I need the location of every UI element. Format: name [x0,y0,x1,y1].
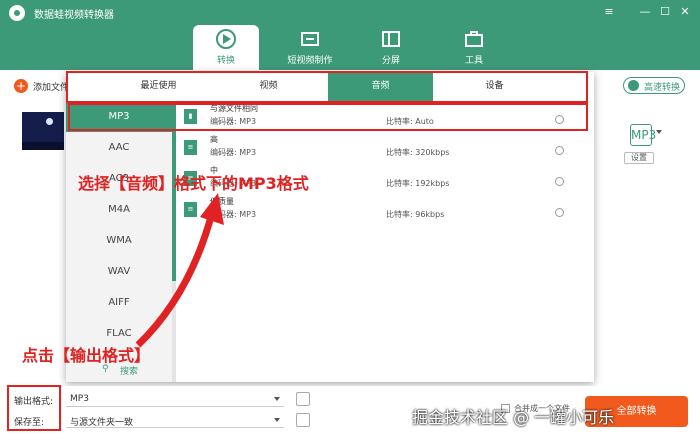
maximize-button[interactable]: ☐ [657,4,673,20]
chevron-down-icon [274,397,280,401]
save-to-value: 与源文件夹一致 [70,418,134,428]
tab-convert-label: 转换 [216,56,235,66]
annotation-box-quality [68,103,588,131]
video-make-icon [301,32,319,46]
quality-name: 高 [210,135,218,144]
quality-encoder: 编码器: MP3 [210,148,257,157]
plus-icon: + [14,79,28,93]
edit-settings-icon[interactable] [555,177,564,186]
main-nav: 转换 短视频制作 分屏 工具 [0,25,700,70]
high-quality-icon: ≡ [184,140,197,155]
annotation-box-output-format [7,385,61,431]
add-file-button[interactable]: + 添加文件 [14,79,74,93]
close-button[interactable]: ✕ [677,4,693,20]
quality-bitrate: 比特率: 192kbps [386,179,450,188]
watermark: 掘金技术社区 @ 一罐小可乐 [412,408,615,427]
app-title: 数据蛙视频转换器 [34,10,114,21]
tab-split-screen-label: 分屏 [381,56,400,66]
output-format-icon[interactable]: MP3 [630,124,656,146]
tab-split-screen[interactable]: 分屏 [358,25,424,70]
add-file-label: 添加文件 [33,83,70,93]
quality-bitrate: 比特率: 96kbps [386,210,445,219]
tab-video-make-label: 短视频制作 [287,56,333,66]
tab-tools[interactable]: 工具 [441,25,507,70]
chevron-down-icon[interactable] [656,130,662,134]
annotation-box-tabs [66,71,588,103]
edit-settings-icon[interactable] [555,146,564,155]
video-thumbnail[interactable] [22,112,64,150]
edit-settings-icon[interactable] [555,208,564,217]
output-format-select[interactable]: MP3 [66,391,284,407]
quality-bitrate: 比特率: 320kbps [386,148,450,157]
format-item-aac[interactable]: AAC [66,132,172,163]
annotation-arrow-icon [135,193,224,348]
annotation-text-click-output: 点击【输出格式】 [22,346,151,365]
moon-graphic [46,118,53,125]
menu-icon[interactable]: ≡ [601,4,617,20]
split-screen-icon [382,31,400,47]
tab-tools-label: 工具 [464,56,483,66]
toolbox-icon [465,31,483,47]
folder-icon[interactable] [296,413,310,427]
settings-button[interactable]: 设置 [624,152,654,164]
convert-icon [216,29,236,49]
tab-convert[interactable]: 转换 [193,25,259,70]
output-settings-icon[interactable] [296,392,310,406]
chevron-down-icon [274,418,280,422]
app-logo-icon [9,5,25,21]
high-speed-label: 高速转换 [644,83,681,93]
output-format-value: MP3 [70,394,89,404]
high-speed-button[interactable]: 高速转换 [623,77,685,94]
quality-row[interactable]: ≡ 低质量 编码器: MP3 比特率: 96kbps [176,194,594,225]
tab-video-make[interactable]: 短视频制作 [277,25,343,70]
minimize-button[interactable]: — [637,4,653,20]
title-bar: 数据蛙视频转换器 ≡ — ☐ ✕ [0,0,700,25]
save-to-select[interactable]: 与源文件夹一致 [66,412,284,428]
quality-row[interactable]: ≡ 高 编码器: MP3 比特率: 320kbps [176,132,594,163]
speed-icon [628,80,639,91]
hill-graphic [22,142,64,150]
